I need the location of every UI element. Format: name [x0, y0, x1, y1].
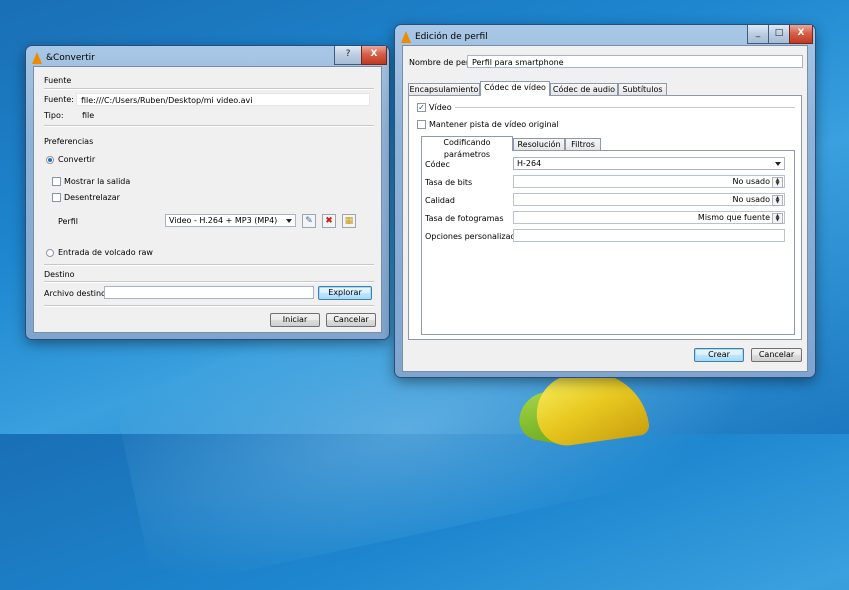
cancel-button[interactable]: Cancelar	[751, 348, 802, 362]
encoding-parameters-panel: Códec H-264 Tasa de bits No usado ▲ ▼ Cal…	[421, 150, 795, 335]
custom-options-label: Opciones personalizadas	[425, 232, 525, 241]
window-title: Edición de perfil	[415, 32, 488, 42]
deinterlace-label: Desentrelazar	[64, 193, 120, 202]
edit-profile-button[interactable]: ✎	[302, 214, 316, 228]
destination-section-title: Destino	[44, 270, 75, 279]
custom-options-input[interactable]	[513, 229, 785, 242]
vlc-cone-icon	[32, 52, 42, 64]
tab-video-codec[interactable]: Códec de vídeo	[480, 81, 550, 96]
show-output-label: Mostrar la salida	[64, 177, 131, 186]
chevron-down-icon	[286, 219, 292, 223]
video-codec-panel: ✓ Vídeo Mantener pista de vídeo original…	[408, 95, 802, 340]
tab-encoding-parameters[interactable]: Codificando parámetros	[421, 136, 513, 159]
codec-select[interactable]: H-264	[513, 157, 785, 170]
video-checkbox-label: Vídeo	[429, 103, 452, 112]
profile-client-area: Nombre de perfil Perfil para smartphone …	[402, 45, 808, 372]
keep-original-track-checkbox[interactable]	[417, 120, 426, 129]
profile-editor-window: Edición de perfil _ □ X Nombre de perfil…	[395, 25, 815, 377]
quality-spinbox[interactable]: No usado ▲ ▼	[513, 193, 785, 206]
help-button[interactable]: ?	[334, 46, 362, 65]
bitrate-value: No usado	[732, 177, 770, 186]
new-profile-button[interactable]: ▦	[342, 214, 356, 228]
type-value: file	[82, 111, 95, 120]
profile-select-value: Video - H.264 + MP3 (MP4)	[169, 216, 278, 225]
framerate-label: Tasa de fotogramas	[425, 214, 504, 223]
maximize-button[interactable]: □	[768, 25, 790, 44]
divider	[455, 107, 795, 109]
raw-dump-label: Entrada de volcado raw	[58, 248, 153, 257]
show-output-checkbox[interactable]	[52, 177, 61, 186]
convert-radio-label: Convertir	[58, 155, 96, 164]
window-title: &Convertir	[46, 53, 95, 63]
type-label: Tipo:	[44, 111, 64, 120]
spin-arrows-icon[interactable]: ▲ ▼	[772, 213, 783, 224]
source-label: Fuente:	[44, 95, 74, 104]
raw-dump-radio[interactable]	[46, 249, 54, 257]
keep-original-track-label: Mantener pista de vídeo original	[429, 120, 559, 129]
convert-radio[interactable]	[46, 156, 54, 164]
bitrate-spinbox[interactable]: No usado ▲ ▼	[513, 175, 785, 188]
source-section-title: Fuente	[44, 76, 72, 85]
close-button[interactable]: X	[361, 46, 387, 65]
minimize-button[interactable]: _	[747, 25, 769, 44]
profile-select[interactable]: Video - H.264 + MP3 (MP4)	[165, 214, 296, 227]
spin-arrows-icon[interactable]: ▲ ▼	[772, 195, 783, 206]
framerate-spinbox[interactable]: Mismo que fuente ▲ ▼	[513, 211, 785, 224]
quality-label: Calidad	[425, 196, 455, 205]
browse-button[interactable]: Explorar	[318, 286, 372, 300]
close-button[interactable]: X	[789, 25, 813, 44]
quality-value: No usado	[732, 195, 770, 204]
profile-label: Perfil	[58, 217, 79, 226]
divider	[44, 305, 374, 307]
codec-label: Códec	[425, 160, 450, 169]
deinterlace-checkbox[interactable]	[52, 193, 61, 202]
destination-file-input[interactable]	[104, 286, 314, 299]
codec-select-value: H-264	[517, 159, 542, 168]
preferences-section-title: Preferencias	[44, 137, 94, 146]
convert-window: &Convertir ? X Fuente Fuente: file:///C:…	[26, 46, 389, 339]
delete-profile-button[interactable]: ✖	[322, 214, 336, 228]
create-button[interactable]: Crear	[694, 348, 744, 362]
cancel-button[interactable]: Cancelar	[326, 313, 376, 327]
chevron-down-icon	[775, 162, 781, 166]
vlc-cone-icon	[401, 31, 411, 43]
destination-file-label: Archivo destino:	[44, 289, 109, 298]
divider	[44, 88, 374, 90]
divider	[44, 125, 374, 127]
divider	[44, 264, 374, 266]
framerate-value: Mismo que fuente	[697, 213, 770, 222]
profile-name-input[interactable]: Perfil para smartphone	[467, 55, 803, 68]
source-field[interactable]: file:///C:/Users/Ruben/Desktop/mi video.…	[76, 93, 370, 106]
start-button[interactable]: Iniciar	[270, 313, 320, 327]
convert-client-area: Fuente Fuente: file:///C:/Users/Ruben/De…	[33, 66, 382, 333]
bitrate-label: Tasa de bits	[425, 178, 473, 187]
divider	[44, 281, 374, 283]
spin-arrows-icon[interactable]: ▲ ▼	[772, 177, 783, 188]
video-checkbox[interactable]: ✓	[417, 103, 426, 112]
